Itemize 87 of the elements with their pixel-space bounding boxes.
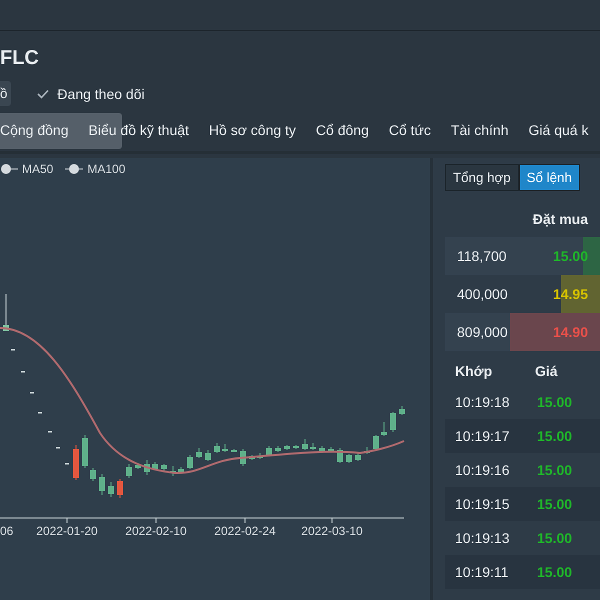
stock-symbol: FLC (0, 46, 39, 71)
candlestick (144, 460, 150, 476)
column-header: Giá (535, 363, 558, 379)
candlestick (170, 466, 176, 476)
price-cell-text: 14.95 (552, 286, 589, 302)
candlestick (126, 464, 132, 478)
time-cell-text: 10:19:18 (455, 394, 510, 410)
nav-tab[interactable]: Biểu đồ kỹ thuật (88, 115, 189, 145)
candlestick (135, 462, 141, 470)
candlestick (3, 294, 9, 332)
candlestick (390, 412, 396, 432)
candlestick (205, 450, 211, 462)
candlestick (381, 422, 387, 436)
price-cell-text: 15.00 (537, 564, 574, 580)
candlestick (90, 468, 96, 482)
nav-tab[interactable]: Cộng đồng (0, 115, 69, 145)
price-cell-text: 15.00 (552, 248, 589, 264)
candlestick (99, 474, 105, 496)
action-button[interactable]: ồ (0, 81, 12, 106)
time-cell-text: 10:19:13 (455, 530, 510, 546)
candlestick (187, 454, 193, 470)
candlestick (117, 478, 123, 498)
candlestick (73, 444, 79, 480)
legend-label[interactable]: MA50 (22, 162, 54, 176)
candlestick (364, 446, 370, 454)
time-cell-text: 10:19:16 (455, 462, 510, 478)
panel-tab[interactable]: Tổng hợp (445, 164, 519, 191)
volume-cell-text: 809,000 (457, 324, 509, 340)
candlestick (30, 392, 34, 394)
price-cell-text: 15.00 (537, 496, 574, 512)
time-cell-text: 10:19:11 (455, 564, 510, 580)
candlestick (284, 444, 290, 450)
price-cell-text: 15.00 (537, 394, 574, 410)
candlestick (293, 444, 299, 450)
nav-tab[interactable]: Cổ tức (388, 115, 431, 145)
candlestick (108, 482, 114, 498)
check-icon (37, 88, 50, 98)
candlestick (310, 442, 316, 450)
candlestick (275, 446, 281, 452)
price-cell-text: 14.90 (552, 324, 589, 340)
axis-label: 2022-02-24 (214, 524, 276, 538)
candlestick (373, 434, 379, 450)
legend-marker-icon (0, 163, 18, 175)
nav-tab[interactable]: Giá quá k (528, 115, 588, 145)
axis-label: 2022-01-20 (36, 524, 98, 538)
candlestick (21, 371, 25, 372)
candlestick (56, 447, 60, 448)
candlestick (11, 349, 15, 350)
axis-label: 2022-03-10 (301, 524, 363, 538)
candlestick (319, 446, 325, 454)
candlestick (346, 454, 352, 464)
price-cell-text: 15.00 (537, 530, 574, 546)
candlestick (328, 446, 334, 452)
volume-cell-text: 400,000 (457, 286, 509, 302)
candlestick (48, 431, 52, 432)
axis-label: 06 (0, 524, 14, 538)
candlestick (82, 434, 88, 468)
candlestick (257, 452, 263, 460)
legend-marker-icon (65, 163, 84, 175)
candlestick (222, 444, 228, 452)
candlestick (196, 448, 202, 458)
candlestick (399, 406, 405, 416)
candlestick (302, 438, 308, 450)
column-header: Khớp (455, 363, 494, 379)
candlestick (355, 452, 361, 462)
panel-tab[interactable]: Sổ lệnh (518, 164, 580, 191)
candlestick (214, 442, 220, 454)
candlestick (178, 466, 184, 474)
nav-tab[interactable]: Cổ đông (316, 115, 369, 145)
candlestick (152, 462, 158, 470)
time-cell-text: 10:19:17 (455, 428, 510, 444)
nav-tab[interactable]: Hồ sơ công ty (208, 115, 296, 145)
axis-label: 2022-02-10 (125, 524, 187, 538)
follow-button[interactable]: Đang theo dõi (37, 86, 145, 102)
nav-tab[interactable]: Tài chính (450, 115, 509, 145)
candlestick (231, 448, 237, 452)
time-cell-text: 10:19:15 (455, 496, 510, 512)
price-cell-text: 15.00 (537, 428, 574, 444)
candlestick (266, 446, 272, 456)
price-cell-text: 15.00 (537, 462, 574, 478)
candlestick (161, 464, 167, 472)
candlestick (249, 454, 255, 460)
candlestick (65, 463, 69, 464)
candlestick (38, 412, 42, 414)
column-header: Đặt mua (532, 210, 590, 229)
volume-cell-text: 118,700 (457, 248, 508, 264)
legend-label[interactable]: MA100 (87, 162, 126, 176)
